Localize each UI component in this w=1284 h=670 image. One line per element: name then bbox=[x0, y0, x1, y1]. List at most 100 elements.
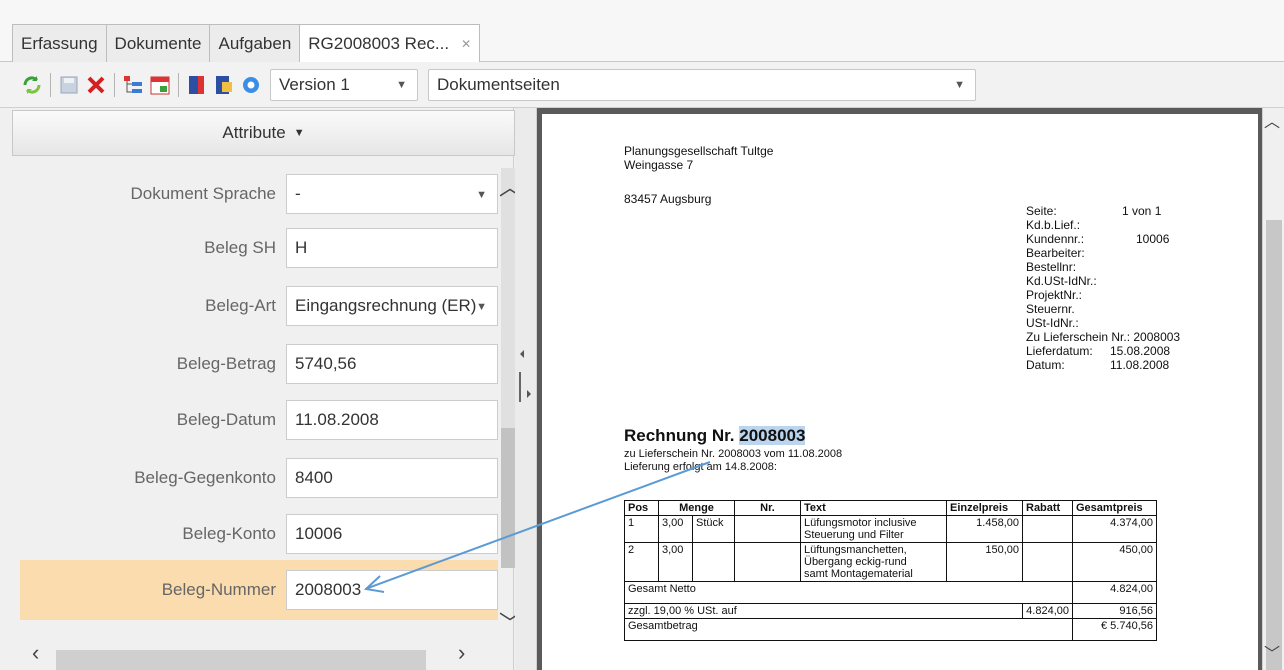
ust-label: zzgl. 19,00 % USt. auf bbox=[624, 603, 1023, 619]
total-value: € 5.740,56 bbox=[1072, 618, 1157, 641]
beleg-nummer-input[interactable]: 2008003 bbox=[286, 570, 498, 610]
splitter-handle[interactable] bbox=[519, 372, 521, 402]
table-header: Text bbox=[800, 500, 947, 516]
chevron-up-icon[interactable]: ︿ bbox=[1264, 108, 1280, 132]
chevron-down-icon: ▼ bbox=[293, 127, 305, 139]
tab-erfassung[interactable]: Erfassung bbox=[12, 24, 107, 62]
attribute-label: Beleg-Gegenkonto bbox=[134, 468, 276, 487]
attribute-row-beleg-nummer: Beleg-Nummer 2008003 bbox=[20, 560, 498, 620]
toolbar-separator bbox=[50, 72, 51, 97]
invoice-title-prefix: Rechnung Nr. bbox=[624, 426, 735, 445]
invoice-delivery-note: Lieferung erfolgt am 14.8.2008: bbox=[624, 461, 777, 473]
cell-menge: 3,00 bbox=[658, 515, 693, 543]
collapse-left-icon[interactable] bbox=[520, 350, 524, 358]
table-row: zzgl. 19,00 % USt. auf 4.824,00 916,56 bbox=[624, 603, 1157, 619]
attribute-label: Beleg SH bbox=[204, 238, 276, 257]
toolbar-separator bbox=[178, 72, 179, 97]
tree-icon[interactable] bbox=[121, 73, 145, 97]
cell-gesamtpreis: 4.374,00 bbox=[1072, 515, 1157, 543]
text-line: Lüfungsmotor inclusive bbox=[804, 517, 917, 529]
cell-nr bbox=[734, 515, 801, 543]
scrollbar-thumb[interactable] bbox=[501, 428, 515, 568]
attributes-vertical-scrollbar[interactable] bbox=[497, 168, 515, 568]
attribute-label: Beleg-Betrag bbox=[176, 354, 276, 373]
version-select[interactable]: Version 1 ▼ bbox=[270, 68, 418, 101]
table-row: 2 3,00 Lüftungsmanchetten, Übergang eckig… bbox=[624, 542, 1157, 582]
meta-label: Kd.b.Lief.: bbox=[1026, 218, 1081, 232]
lieferdatum-value: 15.08.2008 bbox=[1110, 344, 1171, 358]
save-icon[interactable] bbox=[57, 73, 81, 97]
meta-label: Bearbeiter: bbox=[1026, 246, 1085, 260]
tab-label: Aufgaben bbox=[218, 33, 292, 53]
refresh-icon[interactable] bbox=[20, 73, 44, 97]
invoice-number: 2008003 bbox=[739, 426, 806, 445]
text-line: Übergang eckig-rund bbox=[804, 556, 907, 568]
chevron-left-icon[interactable]: ‹ bbox=[32, 640, 39, 666]
beleg-betrag-input[interactable]: 5740,56 bbox=[286, 344, 498, 384]
beleg-gegenkonto-input[interactable]: 8400 bbox=[286, 458, 498, 498]
lieferdatum-label: Lieferdatum: bbox=[1026, 344, 1093, 358]
attribute-label: Beleg-Art bbox=[205, 296, 276, 315]
cell-rabatt bbox=[1022, 542, 1073, 582]
tab-label: Dokumente bbox=[114, 33, 202, 53]
tab-aufgaben[interactable]: Aufgaben bbox=[209, 24, 301, 62]
cell-text: Lüfungsmotor inclusive Steuerung und Filt… bbox=[800, 515, 947, 543]
chevron-down-icon: ▼ bbox=[476, 301, 487, 313]
text-line: samt Montagematerial bbox=[804, 568, 913, 580]
table-header: Einzelpreis bbox=[946, 500, 1023, 516]
close-icon[interactable]: ✕ bbox=[461, 37, 471, 51]
invoice-subtitle: zu Lieferschein Nr. 2008003 vom 11.08.20… bbox=[624, 448, 843, 460]
table-row: Gesamt Netto 4.824,00 bbox=[624, 581, 1157, 604]
chevron-down-icon: ▼ bbox=[476, 189, 487, 201]
table-header: Rabatt bbox=[1022, 500, 1073, 516]
delete-icon[interactable] bbox=[84, 73, 108, 97]
cell-einzelpreis: 1.458,00 bbox=[946, 515, 1023, 543]
beleg-konto-input[interactable]: 10006 bbox=[286, 514, 498, 554]
chevron-down-icon: ▼ bbox=[954, 78, 965, 91]
scrollbar-thumb[interactable] bbox=[56, 650, 426, 670]
attribute-label: Dokument Sprache bbox=[130, 184, 276, 203]
document-page: Planungsgesellschaft Tultge Weingasse 7 … bbox=[542, 114, 1258, 670]
document-viewer[interactable]: Planungsgesellschaft Tultge Weingasse 7 … bbox=[537, 108, 1284, 670]
datum-label: Datum: bbox=[1026, 358, 1065, 372]
attributes-horizontal-scrollbar[interactable] bbox=[20, 642, 495, 670]
beleg-datum-input[interactable]: 11.08.2008 bbox=[286, 400, 498, 440]
chevron-right-icon[interactable]: › bbox=[458, 640, 465, 666]
text-line: Steuerung und Filter bbox=[804, 529, 904, 541]
attributes-header[interactable]: Attribute ▼ bbox=[12, 110, 515, 156]
scrollbar-thumb[interactable] bbox=[1266, 220, 1282, 670]
tab-bar: Erfassung Dokumente Aufgaben RG2008003 R… bbox=[0, 0, 1284, 63]
pages-select[interactable]: Dokumentseiten ▼ bbox=[428, 68, 976, 101]
calendar-icon[interactable] bbox=[148, 73, 172, 97]
tab-label: RG2008003 Rec... bbox=[308, 34, 450, 53]
attribute-label: Beleg-Konto bbox=[182, 524, 276, 543]
document-info-icon[interactable] bbox=[212, 73, 236, 97]
cell-nr bbox=[734, 542, 801, 582]
settings-icon[interactable] bbox=[239, 73, 263, 97]
meta-value: 10006 bbox=[1136, 232, 1170, 246]
attribute-row-beleg-art: Beleg-Art Eingangsrechnung (ER) ▼ bbox=[20, 276, 498, 336]
attribute-label: Beleg-Datum bbox=[176, 410, 276, 429]
beleg-sh-input[interactable]: H bbox=[286, 228, 498, 268]
collapse-right-icon[interactable] bbox=[527, 390, 531, 398]
tab-document-rg2008003[interactable]: RG2008003 Rec... ✕ bbox=[299, 24, 481, 63]
chevron-down-icon[interactable]: ﹀ bbox=[1264, 640, 1280, 664]
meta-label: Kundennr.: bbox=[1026, 232, 1085, 246]
dokument-sprache-select[interactable]: - ▼ bbox=[286, 174, 498, 214]
field-value: 8400 bbox=[295, 468, 333, 487]
cell-pos: 2 bbox=[624, 542, 659, 582]
netto-label: Gesamt Netto bbox=[624, 581, 1073, 604]
meta-label: ProjektNr.: bbox=[1026, 288, 1083, 302]
document-vertical-scrollbar[interactable] bbox=[1262, 108, 1284, 670]
beleg-art-select[interactable]: Eingangsrechnung (ER) ▼ bbox=[286, 286, 498, 326]
cell-pos: 1 bbox=[624, 515, 659, 543]
book-icon[interactable] bbox=[185, 73, 209, 97]
field-value: 2008003 bbox=[295, 580, 362, 599]
tab-dokumente[interactable]: Dokumente bbox=[105, 24, 211, 62]
table-header: Pos bbox=[624, 500, 659, 516]
meta-label: Bestellnr: bbox=[1026, 260, 1077, 274]
panel-splitter[interactable] bbox=[515, 108, 537, 670]
field-value: Eingangsrechnung (ER) bbox=[295, 296, 477, 315]
attribute-label: Beleg-Nummer bbox=[161, 580, 276, 599]
attribute-row-beleg-sh: Beleg SH H bbox=[20, 218, 498, 278]
